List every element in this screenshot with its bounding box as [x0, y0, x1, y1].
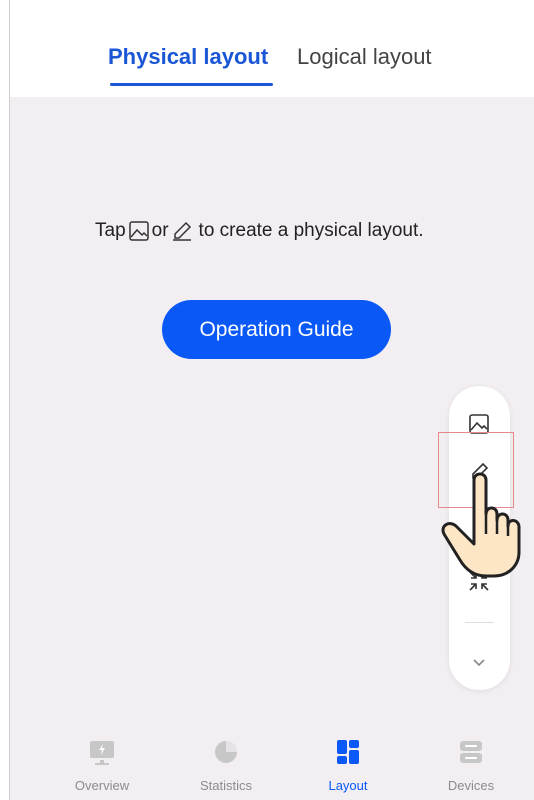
- layout-icon: [337, 740, 359, 764]
- hint-suffix: to create a physical layout.: [198, 220, 424, 241]
- toolbar-divider: [465, 622, 494, 623]
- operation-guide-button[interactable]: Operation Guide: [162, 300, 391, 359]
- nav-label-layout: Layout: [328, 778, 368, 793]
- active-tab-indicator: [110, 83, 273, 86]
- hint-prefix: Tap: [95, 220, 126, 241]
- hint-middle: or: [151, 220, 169, 241]
- nav-item-statistics[interactable]: Statistics: [181, 738, 271, 793]
- nav-label-statistics: Statistics: [199, 778, 252, 793]
- image-icon: [128, 221, 149, 241]
- pen-icon: [172, 221, 191, 241]
- overview-icon: [90, 741, 114, 765]
- chevron-down-icon[interactable]: [466, 649, 492, 675]
- devices-icon: [460, 741, 482, 763]
- bottom-navigation: Overview Statistics Layout Devices: [10, 730, 534, 800]
- nav-item-layout[interactable]: Layout: [303, 738, 393, 793]
- nav-label-devices: Devices: [447, 778, 495, 793]
- nav-item-overview[interactable]: Overview: [57, 738, 147, 793]
- tab-logical-layout[interactable]: Logical layout: [297, 44, 432, 70]
- nav-label-overview: Overview: [74, 778, 130, 793]
- nav-item-devices[interactable]: Devices: [426, 738, 516, 793]
- hint-text: Tap or to create a physical layout.: [95, 220, 424, 242]
- pie-chart-icon: [215, 741, 237, 763]
- pointing-hand-icon: [441, 472, 521, 578]
- tab-physical-layout[interactable]: Physical layout: [108, 44, 268, 70]
